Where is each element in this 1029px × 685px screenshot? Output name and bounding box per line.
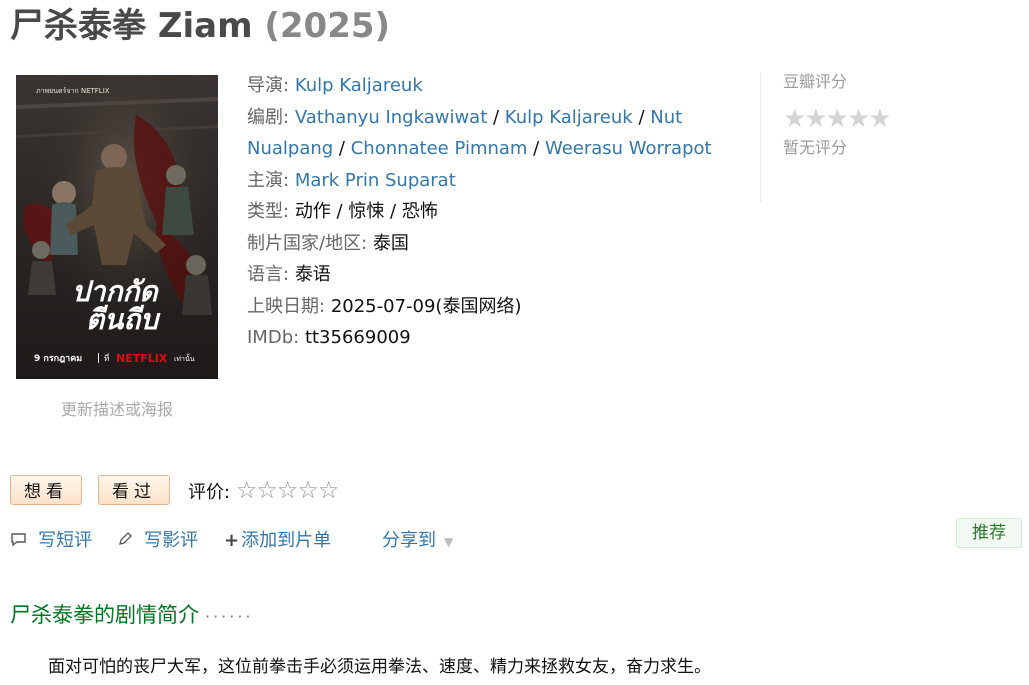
imdb-value: tt35669009 bbox=[304, 327, 411, 348]
poster-image: ภาพยนตร์จาก NETFLIX ปากกัด ตีนถีบ 9 กรกฎ… bbox=[16, 75, 218, 379]
director-row: 导演: Kulp Kaljareuk bbox=[247, 70, 727, 102]
rate-label: 评价: bbox=[188, 482, 231, 503]
writer-separator: / bbox=[487, 106, 505, 128]
update-poster-link[interactable]: 更新描述或海报 bbox=[16, 396, 218, 420]
no-rating-text: 暂无评分 bbox=[783, 138, 848, 157]
cast-colon: : bbox=[283, 169, 290, 191]
writer-link[interactable]: Vathanyu Ingkawiwat bbox=[295, 107, 487, 128]
genre-value: 动作 / 惊悚 / 恐怖 bbox=[294, 201, 438, 222]
writer-separator: / bbox=[632, 106, 651, 128]
comment-icon bbox=[10, 531, 32, 550]
writer-link[interactable]: Chonnatee Pimnam bbox=[351, 138, 528, 159]
rate-star-4[interactable]: ☆ bbox=[297, 476, 318, 504]
country-label: 制片国家/地区 bbox=[247, 232, 362, 254]
add-to-list-link[interactable]: + 添加到片单 bbox=[224, 527, 331, 555]
director-link[interactable]: Kulp Kaljareuk bbox=[295, 75, 423, 96]
rate-star-1[interactable]: ☆ bbox=[236, 476, 257, 504]
release-label: 上映日期 bbox=[247, 295, 319, 317]
writer-row: 编剧: Vathanyu Ingkawiwat / Kulp Kaljareuk… bbox=[247, 102, 727, 165]
caret-down-icon: ▼ bbox=[444, 535, 454, 549]
language-value: 泰语 bbox=[294, 264, 331, 285]
writer-link[interactable]: Kulp Kaljareuk bbox=[505, 107, 633, 128]
imdb-colon: : bbox=[293, 327, 300, 348]
writer-separator: / bbox=[527, 138, 545, 159]
write-short-review-link[interactable]: 写短评 bbox=[10, 527, 92, 555]
genre-colon: : bbox=[283, 201, 290, 222]
release-colon: : bbox=[319, 295, 326, 317]
country-value: 泰国 bbox=[372, 232, 409, 254]
netflix-logo: NETFLIX bbox=[116, 352, 168, 365]
poster-at: ที่ bbox=[104, 352, 109, 363]
user-rating: 评价: ☆☆☆☆☆ bbox=[188, 476, 339, 507]
plus-icon: + bbox=[224, 530, 240, 551]
write-review-label: 写影评 bbox=[144, 530, 199, 551]
poster-top-text: ภาพยนตร์จาก NETFLIX bbox=[36, 87, 110, 95]
poster-divider bbox=[98, 353, 99, 363]
language-colon: : bbox=[283, 264, 290, 285]
writer-colon: : bbox=[283, 106, 290, 128]
movie-year: (2025) bbox=[264, 6, 391, 46]
page-title: 尸杀泰拳 Ziam (2025) bbox=[10, 4, 390, 48]
rate-star-2[interactable]: ☆ bbox=[256, 476, 277, 504]
write-review-link[interactable]: 写影评 bbox=[117, 527, 198, 555]
share-label: 分享到 bbox=[382, 530, 436, 551]
release-row: 上映日期: 2025-07-09(泰国网络) bbox=[247, 291, 727, 323]
pencil-icon bbox=[117, 531, 138, 550]
cast-label: 主演 bbox=[247, 169, 283, 191]
watched-button[interactable]: 看过 bbox=[98, 475, 170, 505]
recommend-button[interactable]: 推荐 bbox=[956, 518, 1022, 548]
language-row: 语言: 泰语 bbox=[247, 259, 727, 291]
director-label: 导演 bbox=[247, 75, 283, 96]
movie-info: 导演: Kulp Kaljareuk 编剧: Vathanyu Ingkawiw… bbox=[247, 70, 727, 354]
cast-row: 主演: Mark Prin Suparat bbox=[247, 165, 727, 197]
writer-link[interactable]: Weerasu Worrapot bbox=[545, 138, 712, 159]
poster-title-line2: ตีนถีบ bbox=[86, 303, 161, 336]
genre-row: 类型: 动作 / 惊悚 / 恐怖 bbox=[247, 196, 727, 228]
douban-rating-box: 豆瓣评分 ★★★★★ 暂无评分 bbox=[760, 72, 923, 202]
director-colon: : bbox=[283, 75, 290, 96]
movie-poster[interactable]: ภาพยนตร์จาก NETFLIX ปากกัด ตีนถีบ 9 กรกฎ… bbox=[16, 75, 218, 379]
share-dropdown[interactable]: 分享到 ▼ bbox=[382, 527, 453, 556]
rating-label: 豆瓣评分 bbox=[783, 72, 848, 91]
synopsis-text: 面对可怕的丧尸大军，这位前拳击手必须运用拳法、速度、精力来拯救女友，奋力求生。 bbox=[48, 657, 711, 677]
want-to-watch-button[interactable]: 想看 bbox=[10, 475, 82, 505]
genre-label: 类型 bbox=[247, 201, 283, 222]
language-label: 语言 bbox=[247, 264, 283, 285]
synopsis-heading: 尸杀泰拳的剧情简介 ······ bbox=[10, 600, 254, 632]
poster-date: 9 กรกฎาคม bbox=[34, 354, 82, 364]
release-value: 2025-07-09(泰国网络) bbox=[330, 295, 522, 317]
imdb-label: IMDb bbox=[247, 327, 294, 348]
cast-link[interactable]: Mark Prin Suparat bbox=[295, 170, 456, 191]
rate-star-3[interactable]: ☆ bbox=[277, 476, 298, 504]
writer-separator: / bbox=[333, 138, 351, 159]
synopsis-heading-text: 尸杀泰拳的剧情简介 bbox=[10, 603, 199, 627]
writer-label: 编剧 bbox=[247, 106, 283, 128]
movie-title: 尸杀泰拳 Ziam bbox=[10, 6, 253, 46]
rate-star-5[interactable]: ☆ bbox=[318, 476, 339, 504]
add-to-list-label: 添加到片单 bbox=[241, 530, 332, 551]
imdb-row: IMDb: tt35669009 bbox=[247, 322, 727, 354]
rating-stars: ★★★★★ bbox=[783, 104, 892, 134]
country-colon: : bbox=[361, 232, 368, 254]
country-row: 制片国家/地区: 泰国 bbox=[247, 228, 727, 260]
synopsis-heading-dots: ······ bbox=[205, 607, 254, 626]
write-short-review-label: 写短评 bbox=[38, 530, 93, 551]
